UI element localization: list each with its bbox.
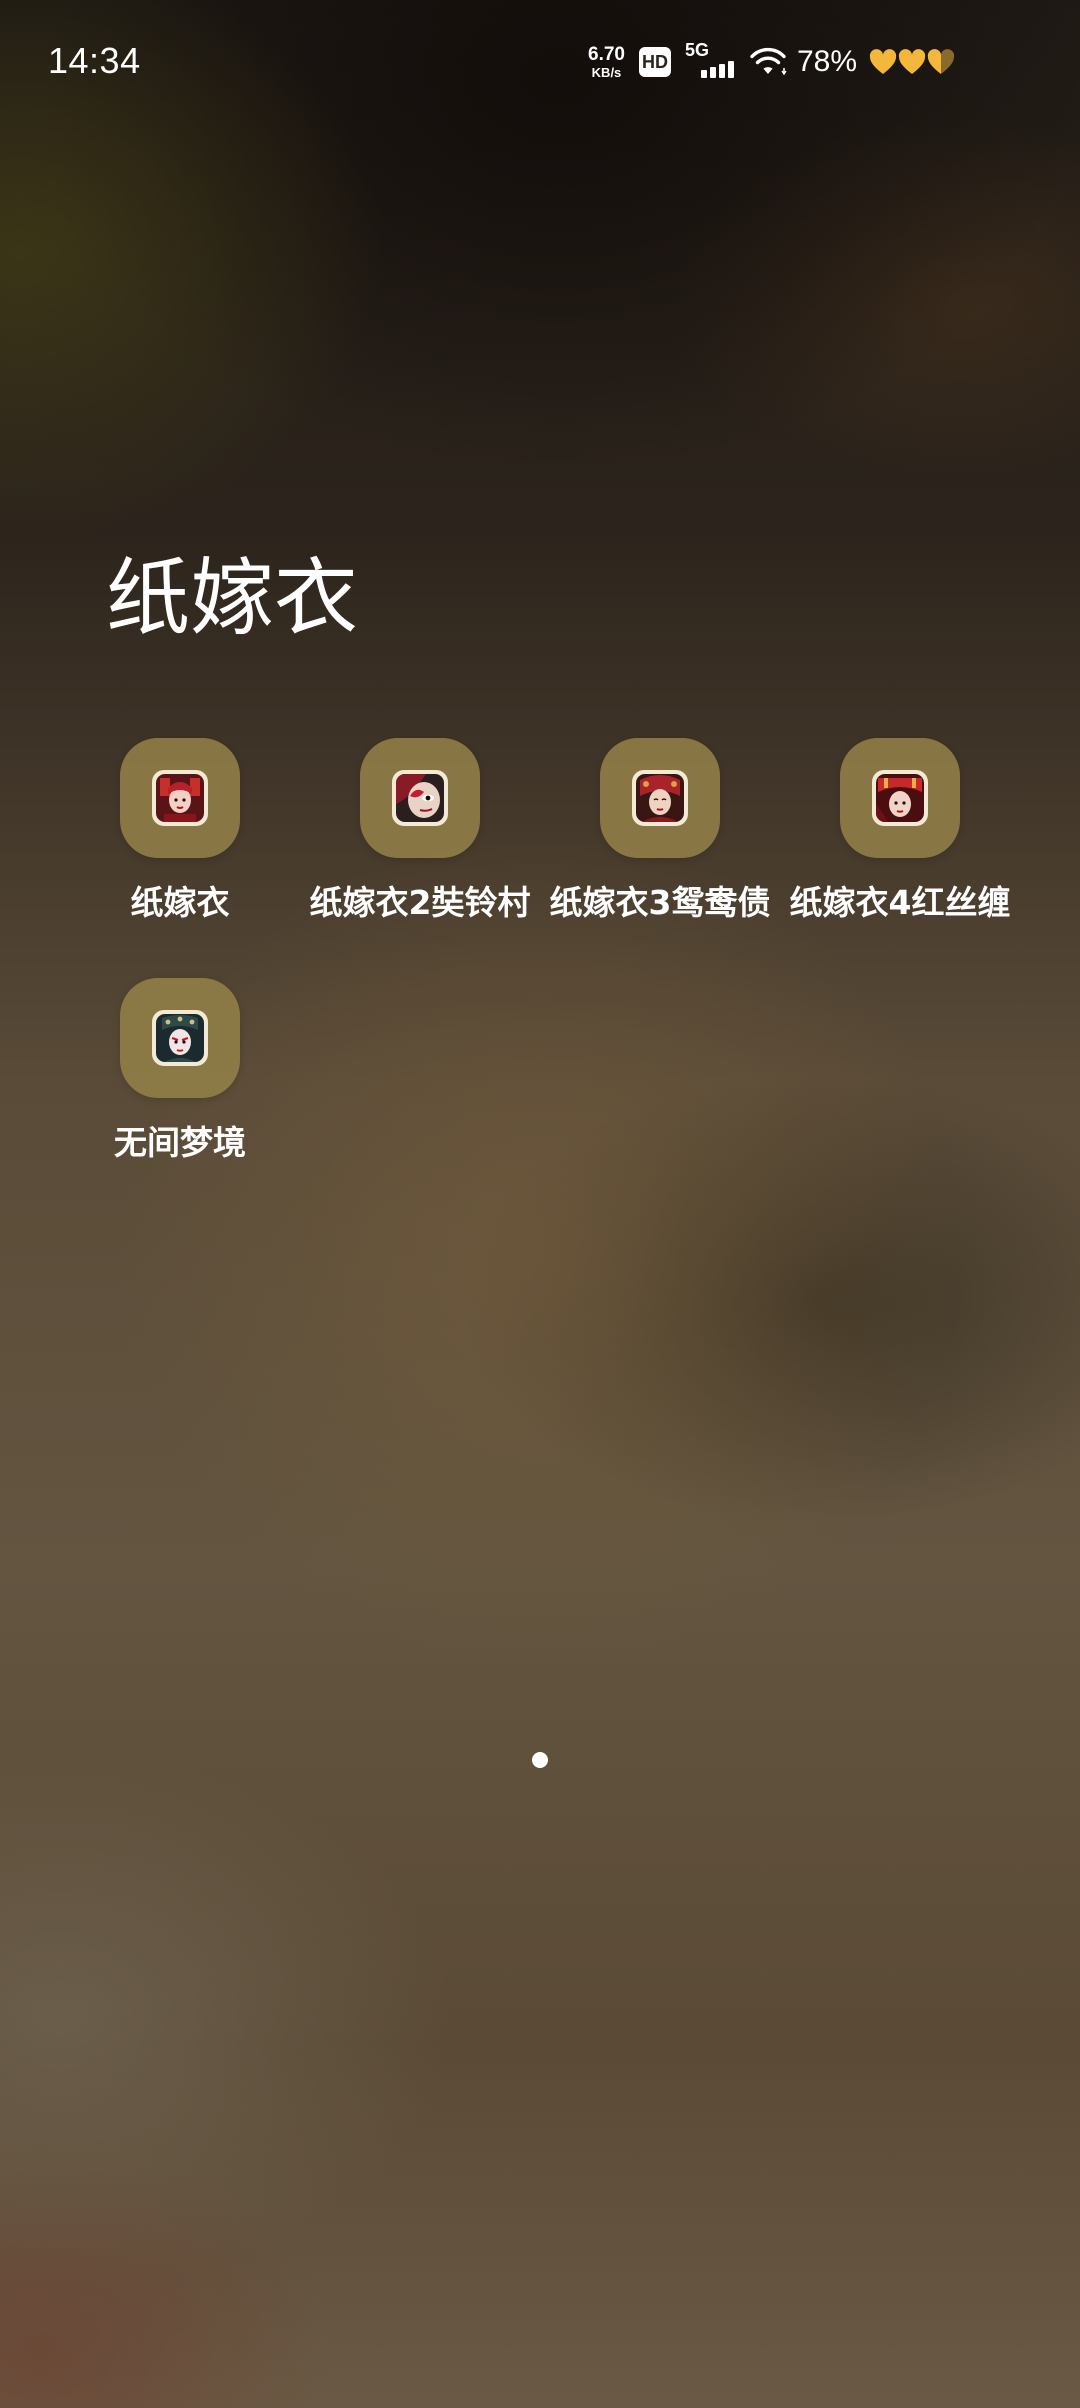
- heart-battery-icon: [869, 49, 956, 75]
- app-label: 纸嫁衣2奘铃村: [309, 883, 531, 922]
- hd-voice-badge: HD: [638, 47, 671, 77]
- app-label: 纸嫁衣: [130, 883, 230, 922]
- app-tile[interactable]: [840, 738, 960, 858]
- battery-percent: 78%: [796, 45, 858, 78]
- status-icons: 6.70 KB/s HD 5G 78%: [588, 40, 956, 84]
- app-tile[interactable]: [120, 738, 240, 858]
- network-type-label: 5G: [684, 40, 709, 60]
- app-zhijiayi3[interactable]: 纸嫁衣3鸳鸯债: [540, 738, 780, 938]
- app-icon-wujianmengjing: [156, 1014, 204, 1062]
- folder-title[interactable]: 纸嫁衣: [106, 548, 358, 648]
- app-wujianmengjing[interactable]: 无间梦境: [60, 978, 300, 1178]
- network-speed: 6.70 KB/s: [588, 45, 625, 79]
- app-label: 纸嫁衣4红丝缠: [789, 883, 1011, 922]
- app-icon-zhijiayi3: [636, 774, 684, 822]
- app-zhijiayi[interactable]: 纸嫁衣: [60, 738, 300, 938]
- page-indicator-dot: [532, 1752, 548, 1768]
- network-speed-value: 6.70: [588, 44, 625, 65]
- signal-icon: 5G: [684, 40, 737, 82]
- clock-time: 14:34: [48, 40, 141, 81]
- app-label: 无间梦境: [114, 1123, 246, 1162]
- network-speed-unit: KB/s: [591, 65, 622, 80]
- app-tile[interactable]: [600, 738, 720, 858]
- app-icon-zhijiayi4: [876, 774, 924, 822]
- app-icon-zhijiayi: [156, 774, 204, 822]
- app-tile[interactable]: [360, 738, 480, 858]
- wifi-icon: [750, 47, 787, 76]
- app-tile[interactable]: [120, 978, 240, 1098]
- app-zhijiayi4[interactable]: 纸嫁衣4红丝缠: [780, 738, 1020, 938]
- app-label: 纸嫁衣3鸳鸯债: [549, 883, 771, 922]
- app-icon-zhijiayi2: [396, 774, 444, 822]
- app-zhijiayi2[interactable]: 纸嫁衣2奘铃村: [300, 738, 540, 938]
- status-bar: 14:34 6.70 KB/s HD 5G 78%: [0, 0, 1080, 120]
